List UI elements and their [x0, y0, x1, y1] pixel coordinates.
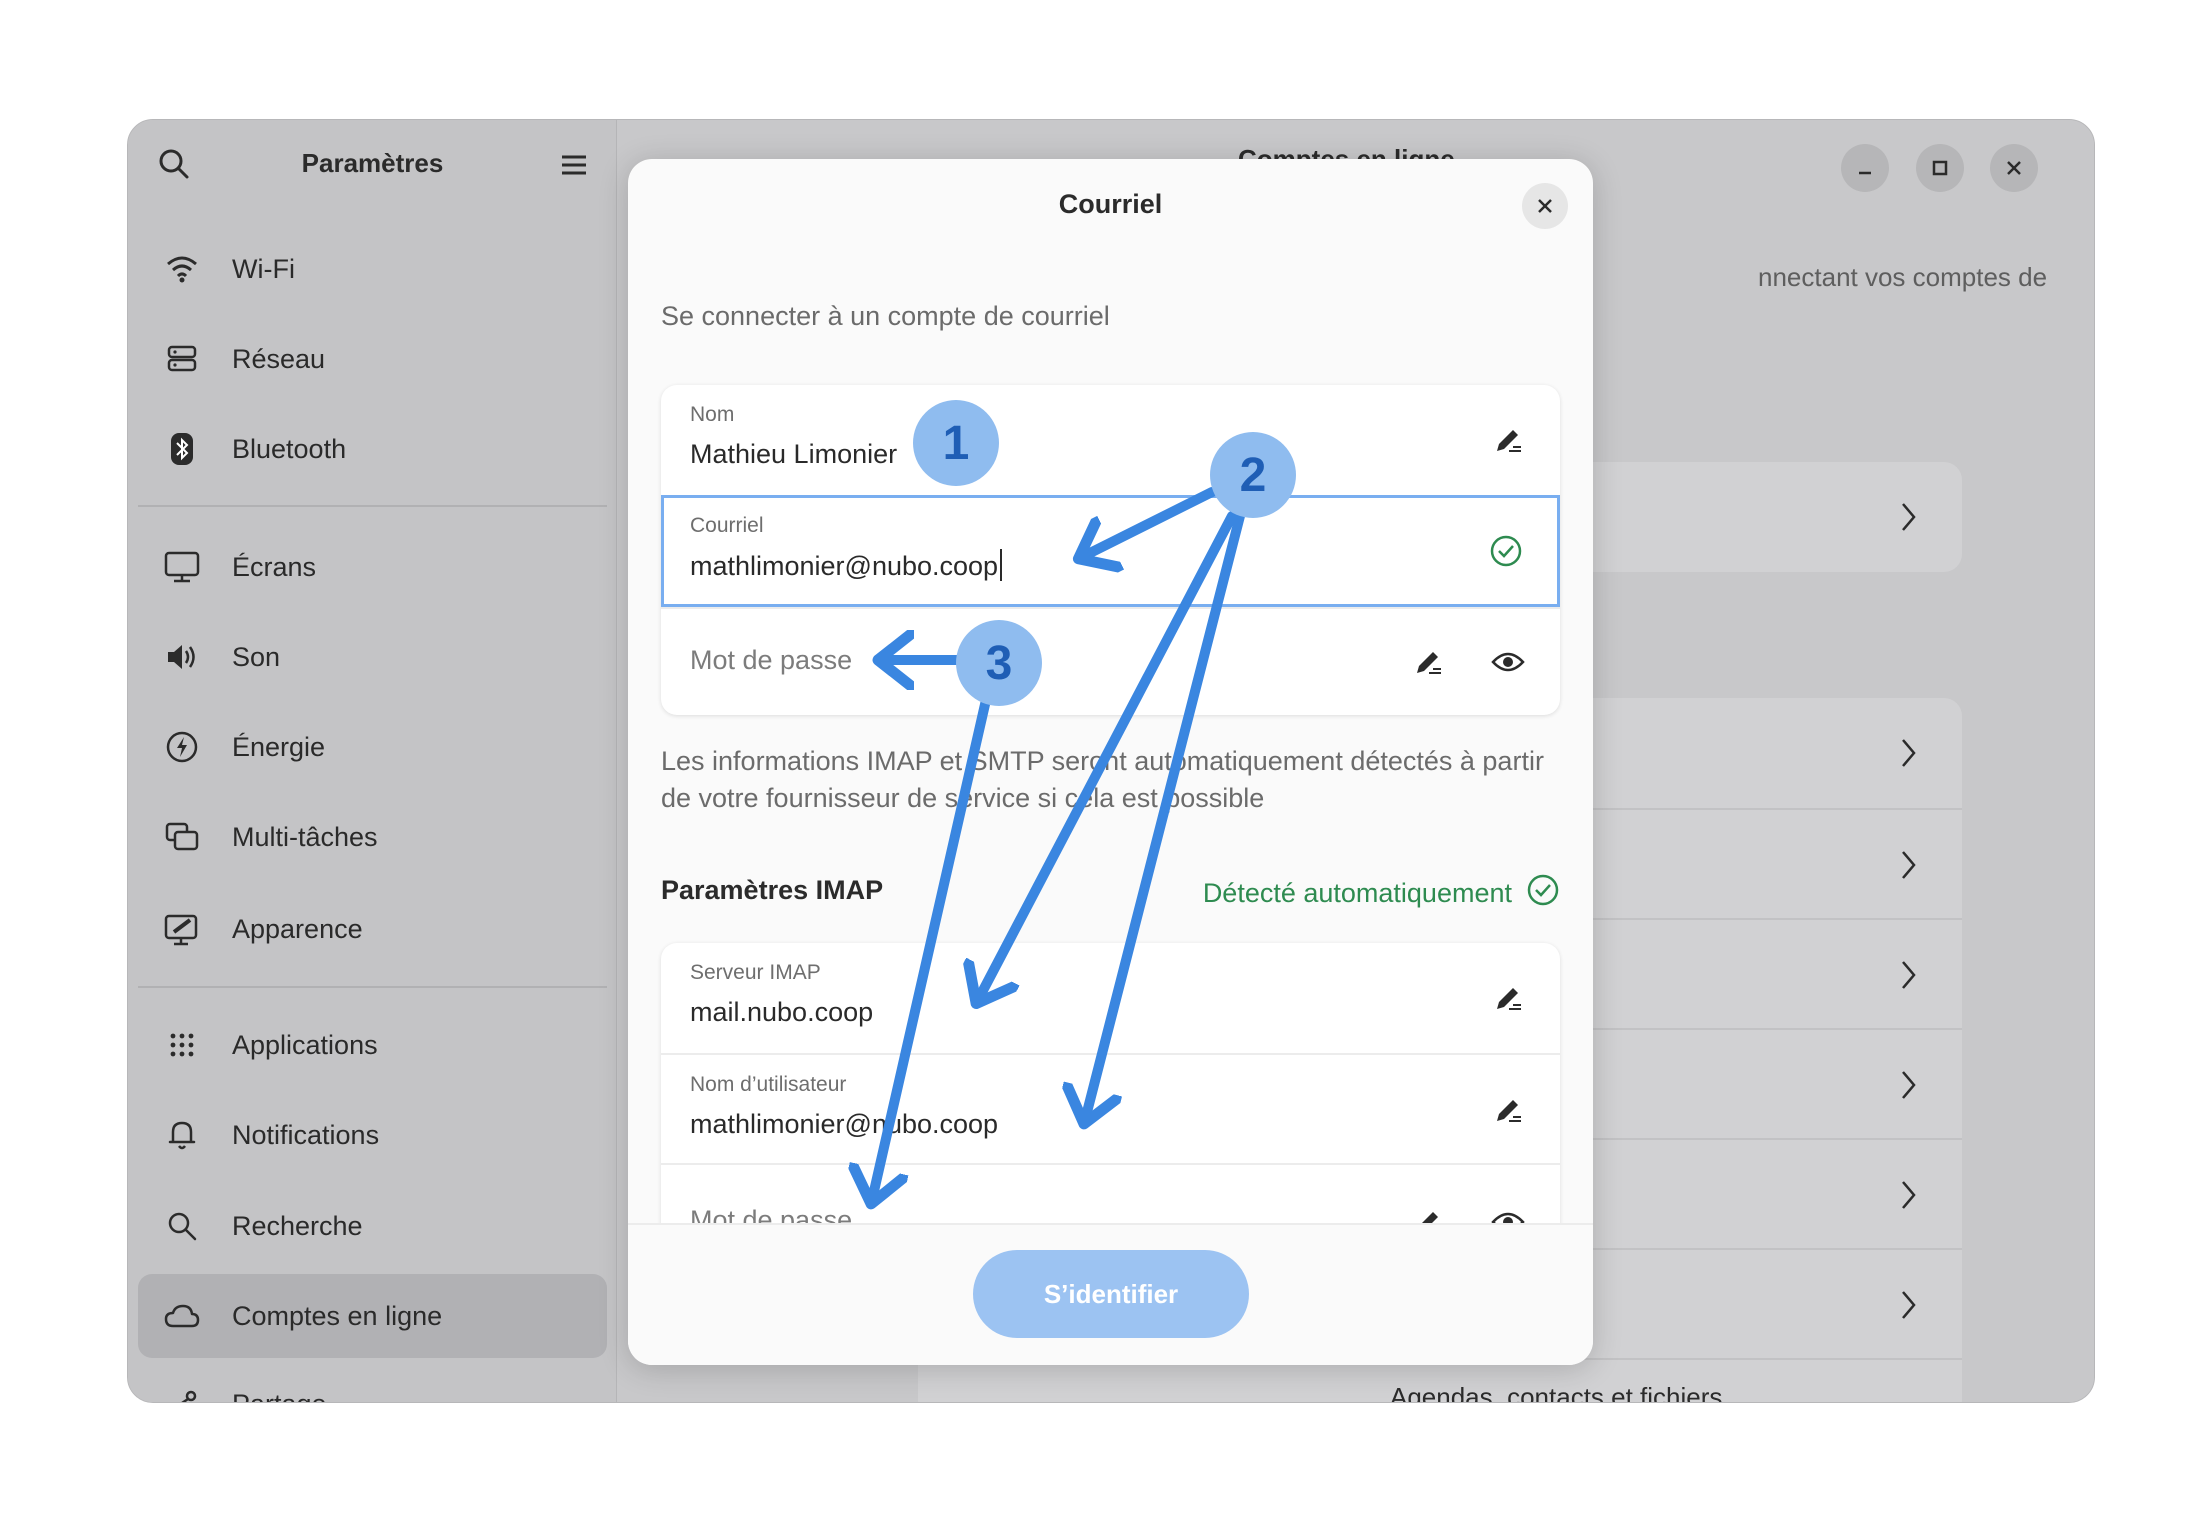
field-label: Nom	[690, 403, 735, 426]
sidebar-item-bluetooth[interactable]: Bluetooth	[138, 407, 607, 491]
auto-detect-info: Les informations IMAP et SMTP seront aut…	[661, 746, 1544, 813]
detected-label: Détecté automatiquement	[1202, 878, 1512, 908]
minimize-button[interactable]	[1841, 144, 1889, 192]
display-icon	[164, 549, 200, 585]
imap-username-field[interactable]: Nom d’utilisateur mathlimonier@nubo.coop	[661, 1053, 1560, 1163]
chevron-right-icon	[1902, 1291, 1916, 1319]
apps-grid-icon	[164, 1027, 200, 1063]
imap-server-input[interactable]: mail.nubo.coop	[690, 997, 873, 1028]
dialog-close-button[interactable]	[1522, 183, 1568, 229]
eye-icon[interactable]	[1491, 645, 1525, 679]
field-label: Serveur IMAP	[690, 961, 821, 984]
page-description: nnectant vos comptes de	[1758, 262, 2048, 292]
sidebar-item-sound[interactable]: Son	[138, 615, 607, 699]
chevron-right-icon	[1902, 961, 1916, 989]
sidebar-header: Paramètres	[128, 120, 617, 210]
network-icon	[164, 341, 200, 377]
dialog-subtitle: Se connecter à un compte de courriel	[661, 301, 1110, 331]
sidebar-item-displays[interactable]: Écrans	[138, 525, 607, 609]
imap-server-field[interactable]: Serveur IMAP mail.nubo.coop	[661, 943, 1560, 1053]
sidebar-item-label: Réseau	[232, 343, 326, 374]
cloud-icon	[164, 1298, 200, 1334]
email-field[interactable]: Courriel mathlimonier@nubo.coop	[661, 495, 1560, 607]
check-circle-icon	[1526, 873, 1560, 914]
email-input[interactable]: mathlimonier@nubo.coop	[690, 549, 1003, 582]
sidebar-item-label: Comptes en ligne	[232, 1300, 443, 1331]
sidebar-item-label: Notifications	[232, 1119, 380, 1150]
sidebar-item-label: Énergie	[232, 731, 326, 762]
dialog-title: Courriel	[1058, 189, 1163, 219]
sidebar-item-label: Multi-tâches	[232, 821, 378, 852]
detected-status: Détecté automatiquement	[1203, 873, 1560, 914]
sidebar-item-label: Applications	[232, 1029, 378, 1060]
chevron-right-icon	[1902, 851, 1916, 879]
close-icon	[1538, 199, 1552, 213]
window-close-button[interactable]	[1990, 144, 2038, 192]
sidebar-item-applications[interactable]: Applications	[138, 1003, 607, 1087]
edit-icon[interactable]	[1491, 423, 1525, 457]
name-field[interactable]: Nom Mathieu Limonier	[661, 385, 1560, 495]
bluetooth-icon	[164, 431, 200, 467]
bell-icon	[164, 1117, 200, 1153]
power-icon	[164, 729, 200, 765]
sidebar-item-network[interactable]: Réseau	[138, 317, 607, 401]
chevron-right-icon	[1902, 1071, 1916, 1099]
email-input-value: mathlimonier@nubo.coop	[690, 551, 999, 581]
sidebar-item-label: Wi-Fi	[232, 253, 295, 284]
imap-section-title: Paramètres IMAP	[661, 875, 884, 905]
annotation-badge-1: 1	[913, 400, 999, 486]
sidebar-item-wifi[interactable]: Wi-Fi	[138, 227, 607, 311]
text-caret	[1000, 549, 1003, 581]
password-field[interactable]: Mot de passe	[661, 607, 1560, 715]
hamburger-menu-icon[interactable]	[558, 150, 590, 180]
sidebar-title: Paramètres	[301, 148, 444, 178]
sidebar-item-multitasking[interactable]: Multi-tâches	[138, 795, 607, 879]
appearance-icon	[164, 911, 200, 947]
sidebar-item-label: Son	[232, 641, 281, 672]
multitask-icon	[164, 819, 200, 855]
sidebar-item-label: Bluetooth	[232, 433, 347, 464]
field-label: Courriel	[690, 514, 764, 537]
sidebar-item-sharing[interactable]: Partage	[138, 1362, 607, 1403]
check-circle-icon	[1489, 534, 1523, 568]
email-account-dialog: Courriel Se connecter à un compte de cou…	[628, 159, 1593, 1365]
sidebar-item-notifications[interactable]: Notifications	[138, 1093, 607, 1177]
sidebar-item-label: Partage	[232, 1389, 327, 1403]
field-label: Nom d’utilisateur	[690, 1073, 847, 1096]
imap-username-input[interactable]: mathlimonier@nubo.coop	[690, 1109, 998, 1140]
sidebar-item-label: Écrans	[232, 551, 317, 582]
share-icon	[164, 1386, 200, 1402]
edit-icon[interactable]	[1491, 981, 1525, 1015]
list-item-label: Agendas, contacts et fichiers	[1390, 1382, 1723, 1403]
sidebar-item-label: Apparence	[232, 913, 363, 944]
chevron-right-icon	[1902, 503, 1916, 531]
maximize-button[interactable]	[1916, 144, 1964, 192]
login-button[interactable]: S’identifier	[973, 1250, 1249, 1338]
sidebar-separator	[138, 505, 607, 507]
sidebar-item-search[interactable]: Recherche	[138, 1184, 607, 1268]
dialog-footer: S’identifier	[628, 1223, 1593, 1365]
account-fields: Nom Mathieu Limonier Courriel mathlimoni…	[661, 385, 1560, 715]
sidebar-item-power[interactable]: Énergie	[138, 705, 607, 789]
sidebar-item-appearance[interactable]: Apparence	[138, 887, 607, 971]
chevron-right-icon	[1902, 739, 1916, 767]
annotation-badge-2: 2	[1210, 432, 1296, 518]
annotation-badge-3: 3	[956, 620, 1042, 706]
edit-icon[interactable]	[1411, 645, 1445, 679]
sidebar-item-label: Recherche	[232, 1210, 363, 1241]
speaker-icon	[164, 639, 200, 675]
sidebar-item-online-accounts[interactable]: Comptes en ligne	[138, 1274, 607, 1358]
sidebar: Paramètres Wi-Fi Réseau Bluetooth Écrans…	[128, 120, 617, 1402]
wifi-icon	[164, 251, 200, 287]
sidebar-separator	[138, 986, 607, 988]
edit-icon[interactable]	[1491, 1093, 1525, 1127]
password-input[interactable]: Mot de passe	[690, 645, 852, 676]
chevron-right-icon	[1902, 1181, 1916, 1209]
name-input[interactable]: Mathieu Limonier	[690, 439, 897, 470]
search-icon	[164, 1208, 200, 1244]
